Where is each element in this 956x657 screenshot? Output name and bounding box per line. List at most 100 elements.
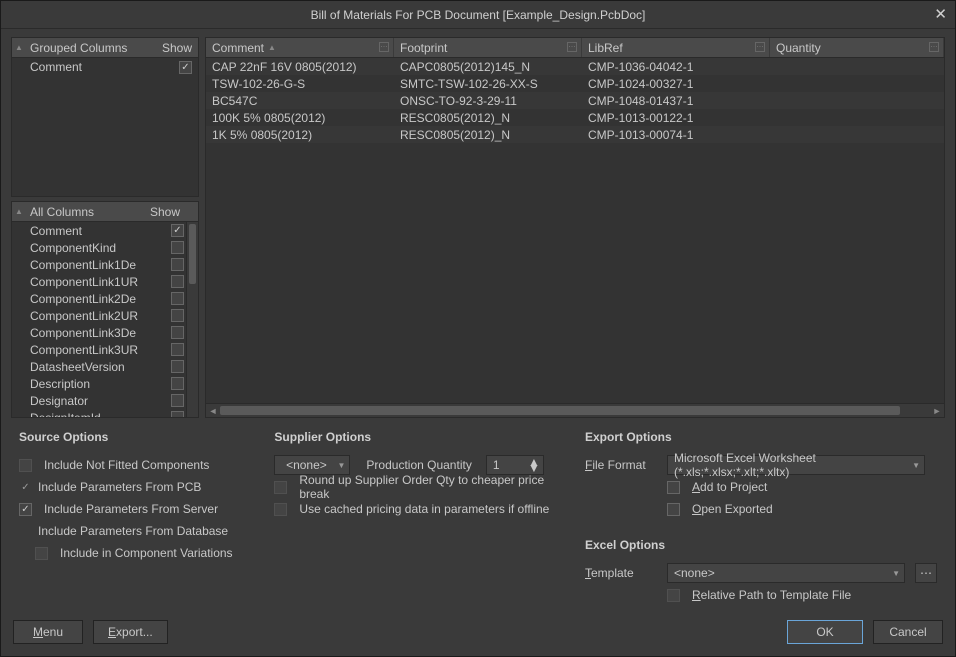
column-name-label: Comment xyxy=(30,224,171,238)
all-columns-row[interactable]: ComponentLink3De xyxy=(12,324,198,341)
scrollbar-thumb[interactable] xyxy=(189,224,196,284)
option-label: Open Exported xyxy=(692,502,773,516)
checkbox[interactable] xyxy=(171,360,184,373)
scroll-left-icon[interactable]: ◄ xyxy=(206,404,220,417)
column-name-label: ComponentLink2UR xyxy=(30,309,171,323)
table-row[interactable]: BC547CONSC-TO-92-3-29-11CMP-1048-01437-1 xyxy=(206,92,944,109)
title-bar: Bill of Materials For PCB Document [Exam… xyxy=(1,1,955,29)
all-columns-body: CommentComponentKindComponentLink1DeComp… xyxy=(12,222,198,417)
checkbox[interactable] xyxy=(171,411,184,417)
scrollbar-thumb[interactable] xyxy=(220,406,900,415)
template-dropdown[interactable]: <none> ▼ xyxy=(667,563,905,583)
col-header-footprint[interactable]: Footprint⋯ xyxy=(394,38,582,57)
source-options-title: Source Options xyxy=(19,430,264,444)
column-name-label: DatasheetVersion xyxy=(30,360,171,374)
button-label: Export... xyxy=(108,625,153,639)
checkbox[interactable] xyxy=(171,241,184,254)
sort-icon[interactable]: ▲ xyxy=(12,43,26,52)
all-columns-row[interactable]: ComponentLink2UR xyxy=(12,307,198,324)
file-format-dropdown[interactable]: Microsoft Excel Worksheet (*.xls;*.xlsx;… xyxy=(667,455,925,475)
export-button[interactable]: Export... xyxy=(93,620,168,644)
menu-button[interactable]: Menu xyxy=(13,620,83,644)
column-name-label: ComponentLink3UR xyxy=(30,343,171,357)
all-columns-row[interactable]: ComponentLink1UR xyxy=(12,273,198,290)
table-row[interactable]: 100K 5% 0805(2012)RESC0805(2012)_NCMP-10… xyxy=(206,109,944,126)
col-header-libref[interactable]: LibRef⋯ xyxy=(582,38,770,57)
left-column: ▲ Grouped Columns Show Comment ▲ All Col… xyxy=(11,37,199,418)
grid-horizontal-scrollbar[interactable]: ◄ ► xyxy=(206,403,944,417)
option-label: Relative Path to Template File xyxy=(692,588,851,602)
checkbox[interactable] xyxy=(171,224,184,237)
col-header-quantity[interactable]: Quantity⋯ xyxy=(770,38,944,57)
opt-round-up-qty: Round up Supplier Order Qty to cheaper p… xyxy=(274,476,575,498)
checkbox xyxy=(667,589,680,602)
checkbox[interactable] xyxy=(171,292,184,305)
cell-footprint: RESC0805(2012)_N xyxy=(394,111,582,125)
template-browse-button[interactable]: ⋯ xyxy=(915,563,937,583)
all-columns-row[interactable]: ComponentKind xyxy=(12,239,198,256)
checkbox[interactable] xyxy=(179,61,192,74)
source-options: Source Options Include Not Fitted Compon… xyxy=(19,430,264,606)
filter-icon[interactable]: ⋯ xyxy=(929,42,939,52)
checkbox[interactable] xyxy=(171,394,184,407)
ok-button[interactable]: OK xyxy=(787,620,863,644)
checkbox[interactable] xyxy=(667,481,680,494)
checkbox[interactable] xyxy=(171,377,184,390)
checkbox[interactable] xyxy=(171,309,184,322)
all-columns-row[interactable]: Description xyxy=(12,375,198,392)
all-columns-row[interactable]: ComponentLink2De xyxy=(12,290,198,307)
chevron-down-icon[interactable]: ▼ xyxy=(912,461,920,470)
chevron-down-icon: ▼ xyxy=(338,461,346,470)
sort-icon[interactable]: ▲ xyxy=(12,207,26,216)
chevron-down-icon[interactable]: ▼ xyxy=(892,569,900,578)
file-format-row: File Format Microsoft Excel Worksheet (*… xyxy=(585,454,937,476)
checkbox[interactable] xyxy=(171,258,184,271)
all-columns-row[interactable]: DesignItemId xyxy=(12,409,198,417)
table-row[interactable]: 1K 5% 0805(2012)RESC0805(2012)_NCMP-1013… xyxy=(206,126,944,143)
cell-footprint: SMTC-TSW-102-26-XX-S xyxy=(394,77,582,91)
all-columns-show-label: Show xyxy=(144,205,186,219)
checkbox[interactable] xyxy=(171,275,184,288)
grouped-columns-header[interactable]: ▲ Grouped Columns Show xyxy=(12,38,198,58)
checkbox[interactable] xyxy=(171,343,184,356)
all-columns-row[interactable]: Designator xyxy=(12,392,198,409)
check-icon: ✓ xyxy=(19,482,32,493)
all-columns-row[interactable]: ComponentLink3UR xyxy=(12,341,198,358)
filter-icon[interactable]: ⋯ xyxy=(567,42,577,52)
checkbox[interactable] xyxy=(171,326,184,339)
cell-comment: TSW-102-26-G-S xyxy=(206,77,394,91)
col-header-comment[interactable]: Comment▲⋯ xyxy=(206,38,394,57)
production-qty-spinner: 1▲▼ xyxy=(486,455,544,475)
all-columns-row[interactable]: ComponentLink1De xyxy=(12,256,198,273)
table-row[interactable]: TSW-102-26-G-SSMTC-TSW-102-26-XX-SCMP-10… xyxy=(206,75,944,92)
all-columns-scrollbar[interactable] xyxy=(186,222,198,417)
table-row[interactable]: CAP 22nF 16V 0805(2012)CAPC0805(2012)145… xyxy=(206,58,944,75)
cell-libref: CMP-1024-00327-1 xyxy=(582,77,770,91)
title-text: Bill of Materials For PCB Document [Exam… xyxy=(311,8,646,22)
all-columns-row[interactable]: Comment xyxy=(12,222,198,239)
grouped-columns-body: Comment xyxy=(12,58,198,76)
opt-open-exported[interactable]: Open Exported xyxy=(585,498,937,520)
scroll-right-icon[interactable]: ► xyxy=(930,404,944,417)
opt-add-to-project[interactable]: Add to Project xyxy=(585,476,937,498)
all-columns-panel: ▲ All Columns Show CommentComponentKindC… xyxy=(11,201,199,418)
opt-include-params-server[interactable]: Include Parameters From Server xyxy=(19,498,264,520)
button-label: Cancel xyxy=(889,625,926,639)
option-label: Add to Project xyxy=(692,480,767,494)
dropdown-value: <none> xyxy=(674,566,715,580)
filter-icon[interactable]: ⋯ xyxy=(755,42,765,52)
supplier-options: Supplier Options <none>▼ Production Quan… xyxy=(274,430,575,606)
cancel-button[interactable]: Cancel xyxy=(873,620,943,644)
all-columns-row[interactable]: DatasheetVersion xyxy=(12,358,198,375)
supplier-dropdown: <none>▼ xyxy=(274,455,350,475)
filter-icon[interactable]: ⋯ xyxy=(379,42,389,52)
all-columns-header[interactable]: ▲ All Columns Show xyxy=(12,202,198,222)
close-icon[interactable]: ✕ xyxy=(934,5,947,23)
template-label: Template xyxy=(585,566,661,580)
cell-comment: 1K 5% 0805(2012) xyxy=(206,128,394,142)
supplier-options-title: Supplier Options xyxy=(274,430,575,444)
grouped-row[interactable]: Comment xyxy=(12,58,198,76)
checkbox[interactable] xyxy=(667,503,680,516)
cell-comment: CAP 22nF 16V 0805(2012) xyxy=(206,60,394,74)
checkbox[interactable] xyxy=(19,503,32,516)
